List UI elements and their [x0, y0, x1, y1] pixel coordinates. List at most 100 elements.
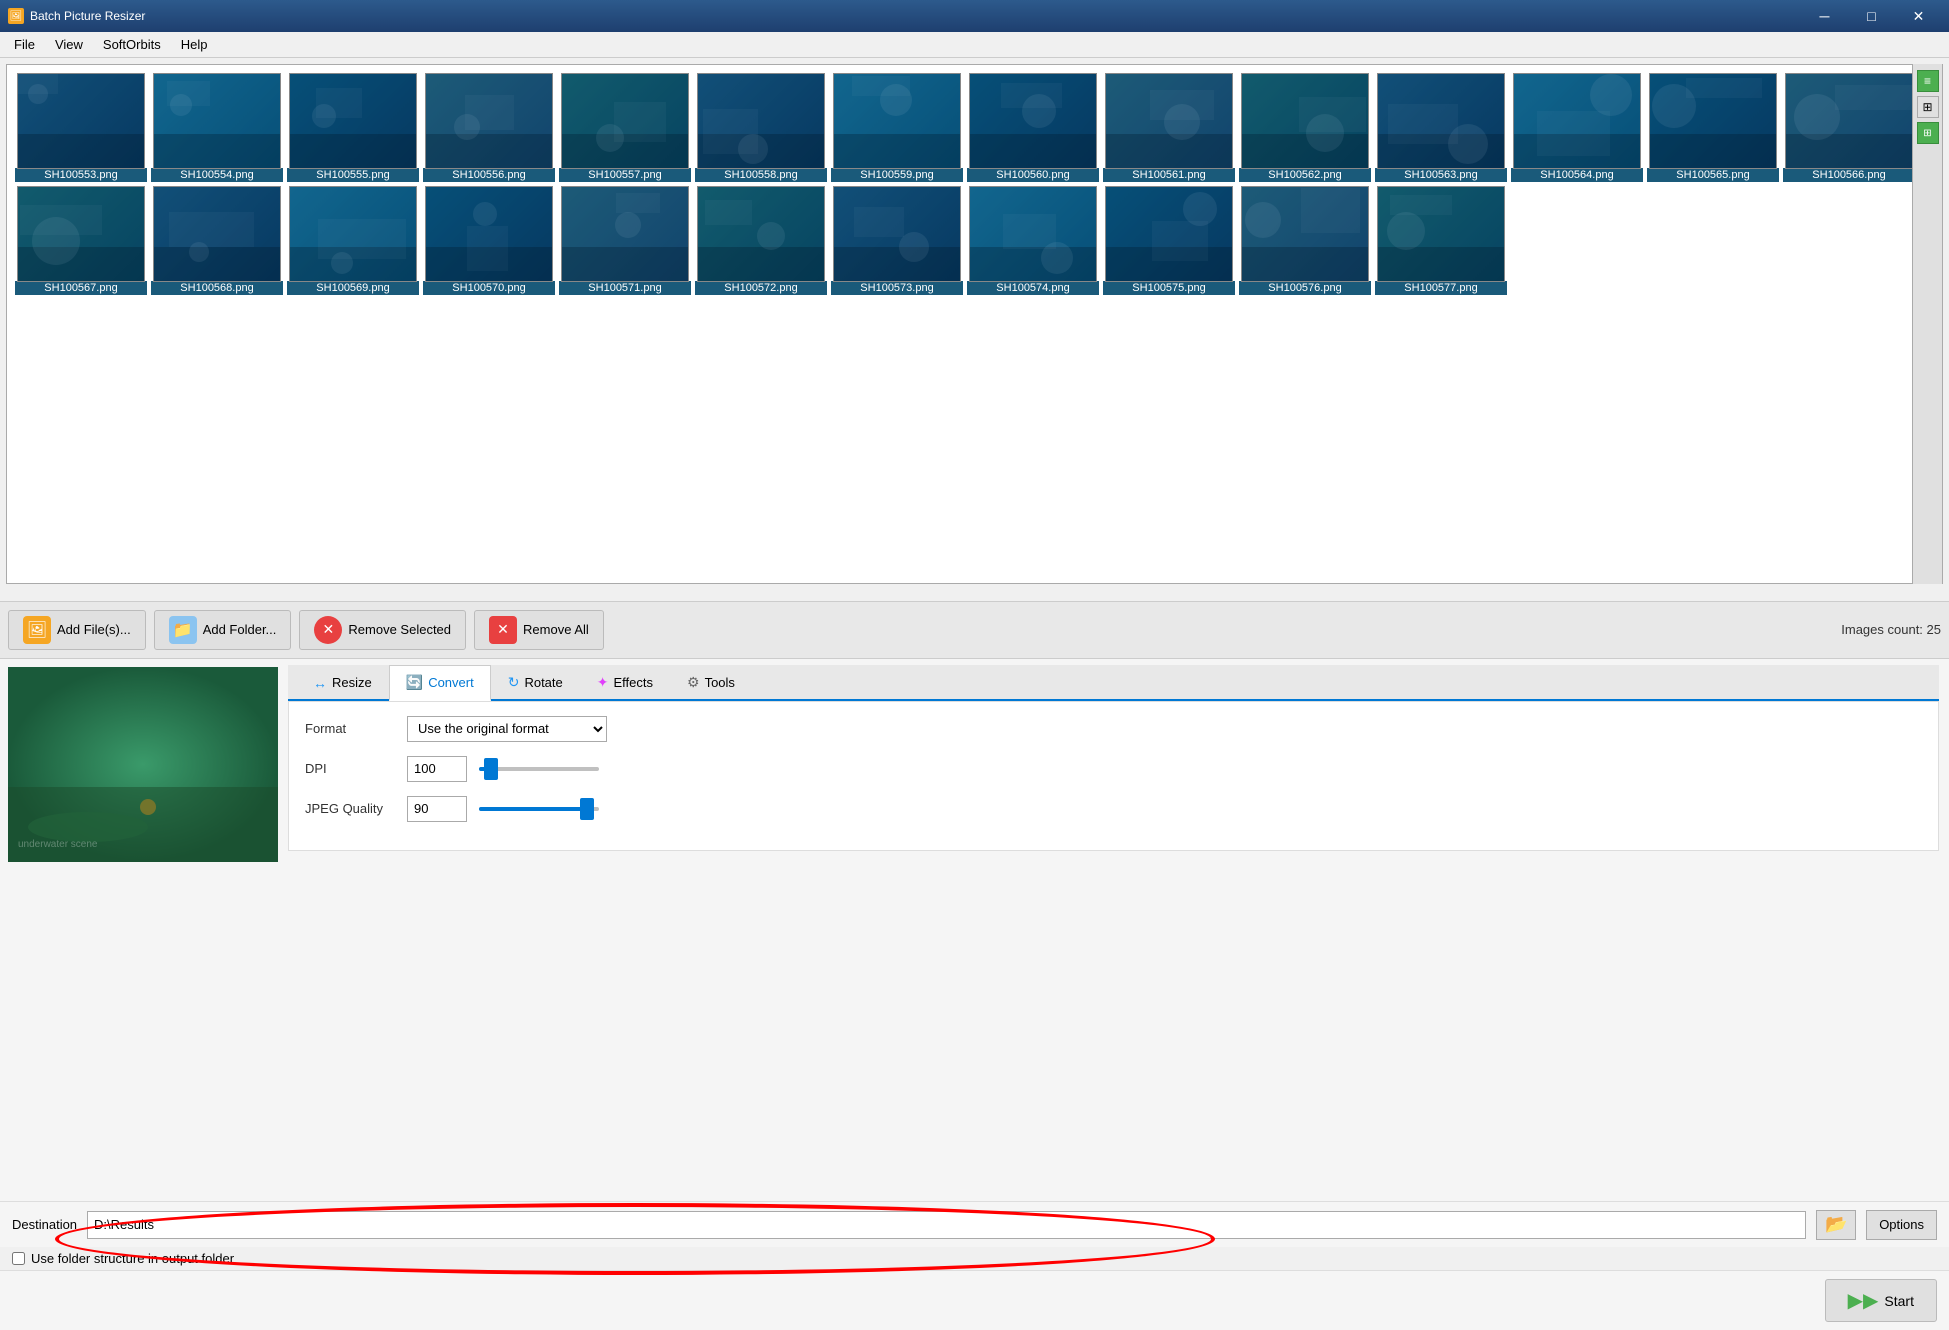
format-select[interactable]: Use the original format JPEG PNG BMP TIF… — [407, 716, 607, 742]
image-filename: SH100553.png — [15, 168, 147, 182]
add-folder-label: Add Folder... — [203, 622, 277, 637]
dpi-input[interactable] — [407, 756, 467, 782]
effects-icon: ✦ — [597, 674, 609, 691]
menu-softorbits[interactable]: SoftOrbits — [93, 34, 171, 55]
browse-button[interactable]: 📂 — [1816, 1210, 1856, 1240]
menu-file[interactable]: File — [4, 34, 45, 55]
tab-rotate[interactable]: ↻ Rotate — [491, 665, 580, 701]
close-button[interactable]: ✕ — [1896, 0, 1941, 32]
rotate-label: Rotate — [524, 675, 562, 690]
list-item[interactable]: SH100560.png — [967, 73, 1099, 182]
list-item[interactable]: SH100572.png — [695, 186, 827, 295]
settings-panel: ↔ Resize 🔄 Convert ↻ Rotate ✦ Effects — [278, 659, 1949, 1202]
maximize-button[interactable]: □ — [1849, 0, 1894, 32]
sidebar-right: ≡ ⊞ ⊞ — [1912, 64, 1942, 584]
tools-icon: ⚙ — [687, 674, 700, 691]
jpeg-quality-input[interactable] — [407, 796, 467, 822]
image-filename: SH100567.png — [15, 281, 147, 295]
list-item[interactable]: SH100570.png — [423, 186, 555, 295]
dpi-slider-thumb[interactable] — [484, 758, 498, 780]
image-filename: SH100565.png — [1647, 168, 1779, 182]
list-item[interactable]: SH100557.png — [559, 73, 691, 182]
image-filename: SH100564.png — [1511, 168, 1643, 182]
preview-image: underwater scene — [8, 667, 278, 862]
jpeg-slider-thumb[interactable] — [580, 798, 594, 820]
options-button[interactable]: Options — [1866, 1210, 1937, 1240]
add-files-button[interactable]: 🖼 Add File(s)... — [8, 610, 146, 650]
list-item[interactable]: SH100559.png — [831, 73, 963, 182]
folder-structure-checkbox[interactable] — [12, 1252, 25, 1265]
tab-tools[interactable]: ⚙ Tools — [670, 665, 752, 701]
image-filename: SH100576.png — [1239, 281, 1371, 295]
remove-all-button[interactable]: ✕ Remove All — [474, 610, 604, 650]
image-filename: SH100554.png — [151, 168, 283, 182]
start-button[interactable]: ▶▶ Start — [1825, 1279, 1937, 1322]
minimize-button[interactable]: ─ — [1802, 0, 1847, 32]
remove-selected-icon: ✕ — [314, 616, 342, 644]
list-item[interactable]: SH100574.png — [967, 186, 1099, 295]
preview-svg: underwater scene — [8, 667, 278, 862]
preview-container: underwater scene — [0, 659, 278, 1202]
tab-convert[interactable]: 🔄 Convert — [389, 665, 491, 701]
jpeg-quality-row: JPEG Quality — [305, 796, 1922, 822]
browse-icon: 📂 — [1825, 1214, 1847, 1235]
list-item[interactable]: SH100566.png — [1783, 73, 1915, 182]
sidebar-icon-2[interactable]: ⊞ — [1917, 96, 1939, 118]
list-item[interactable]: SH100573.png — [831, 186, 963, 295]
format-label: Format — [305, 721, 395, 736]
rotate-icon: ↻ — [508, 674, 520, 691]
list-item[interactable]: SH100558.png — [695, 73, 827, 182]
destination-row: Destination 📂 Options — [0, 1201, 1949, 1247]
list-item[interactable]: SH100561.png — [1103, 73, 1235, 182]
effects-label: Effects — [614, 675, 654, 690]
title-bar-controls: ─ □ ✕ — [1802, 0, 1941, 32]
image-filename: SH100556.png — [423, 168, 555, 182]
add-folder-button[interactable]: 📁 Add Folder... — [154, 610, 292, 650]
image-filename: SH100557.png — [559, 168, 691, 182]
image-filename: SH100572.png — [695, 281, 827, 295]
tab-effects[interactable]: ✦ Effects — [580, 665, 670, 701]
list-item[interactable]: SH100563.png — [1375, 73, 1507, 182]
sidebar-icon-1[interactable]: ≡ — [1917, 70, 1939, 92]
image-filename: SH100573.png — [831, 281, 963, 295]
folder-structure-label: Use folder structure in output folder — [31, 1251, 234, 1266]
jpeg-slider-fill — [479, 807, 587, 811]
image-filename: SH100561.png — [1103, 168, 1235, 182]
list-item[interactable]: SH100554.png — [151, 73, 283, 182]
list-item[interactable]: SH100569.png — [287, 186, 419, 295]
remove-selected-label: Remove Selected — [348, 622, 451, 637]
list-item[interactable]: SH100567.png — [15, 186, 147, 295]
convert-icon: 🔄 — [406, 674, 423, 691]
list-item[interactable]: SH100577.png — [1375, 186, 1507, 295]
list-item[interactable]: SH100555.png — [287, 73, 419, 182]
list-item[interactable]: SH100562.png — [1239, 73, 1371, 182]
list-item[interactable]: SH100553.png — [15, 73, 147, 182]
image-filename: SH100570.png — [423, 281, 555, 295]
add-files-label: Add File(s)... — [57, 622, 131, 637]
resize-icon: ↔ — [313, 675, 327, 691]
list-item[interactable]: SH100575.png — [1103, 186, 1235, 295]
image-filename: SH100577.png — [1375, 281, 1507, 295]
tab-resize[interactable]: ↔ Resize — [296, 665, 389, 701]
menu-view[interactable]: View — [45, 34, 93, 55]
menu-help[interactable]: Help — [171, 34, 218, 55]
image-filename: SH100568.png — [151, 281, 283, 295]
list-item[interactable]: SH100571.png — [559, 186, 691, 295]
remove-all-icon: ✕ — [489, 616, 517, 644]
list-item[interactable]: SH100565.png — [1647, 73, 1779, 182]
app-window: 🖼 Batch Picture Resizer ─ □ ✕ File View … — [0, 0, 1949, 1330]
list-item[interactable]: SH100564.png — [1511, 73, 1643, 182]
sidebar-icon-3[interactable]: ⊞ — [1917, 122, 1939, 144]
dpi-label: DPI — [305, 761, 395, 776]
remove-all-label: Remove All — [523, 622, 589, 637]
image-filename: SH100555.png — [287, 168, 419, 182]
list-item[interactable]: SH100576.png — [1239, 186, 1371, 295]
list-item[interactable]: SH100556.png — [423, 73, 555, 182]
destination-input[interactable] — [87, 1211, 1806, 1239]
start-row: ▶▶ Start — [0, 1270, 1949, 1330]
title-bar-left: 🖼 Batch Picture Resizer — [8, 8, 145, 24]
image-filename: SH100558.png — [695, 168, 827, 182]
add-files-icon: 🖼 — [23, 616, 51, 644]
remove-selected-button[interactable]: ✕ Remove Selected — [299, 610, 466, 650]
list-item[interactable]: SH100568.png — [151, 186, 283, 295]
